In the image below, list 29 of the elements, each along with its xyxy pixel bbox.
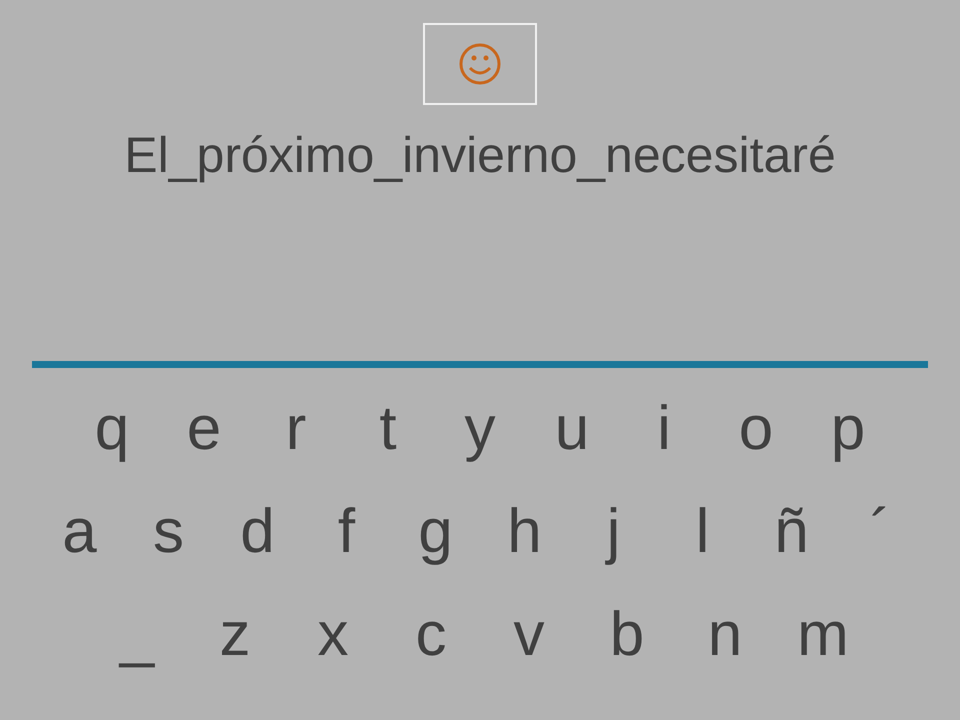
key-button[interactable]: h	[480, 496, 569, 568]
key-button[interactable]: r	[250, 393, 342, 465]
key-button[interactable]: o	[710, 393, 802, 465]
smiley-icon	[458, 42, 502, 86]
key-button[interactable]: e	[158, 393, 250, 465]
key-button[interactable]: a	[35, 496, 124, 568]
key-button[interactable]: m	[774, 599, 872, 671]
key-button[interactable]: z	[186, 599, 284, 671]
key-button[interactable]: s	[124, 496, 213, 568]
sentence-text: El_próximo_invierno_necesitaré	[124, 126, 836, 185]
key-button[interactable]: b	[578, 599, 676, 671]
key-button[interactable]: f	[302, 496, 391, 568]
key-button[interactable]: u	[526, 393, 618, 465]
key-button[interactable]: v	[480, 599, 578, 671]
key-button[interactable]: t	[342, 393, 434, 465]
key-button[interactable]: _	[88, 599, 186, 671]
key-button[interactable]: ´	[836, 496, 925, 568]
key-button[interactable]: i	[618, 393, 710, 465]
key-button[interactable]: p	[802, 393, 894, 465]
key-button[interactable]: q	[66, 393, 158, 465]
key-button[interactable]: y	[434, 393, 526, 465]
key-button[interactable]: n	[676, 599, 774, 671]
key-button[interactable]: l	[658, 496, 747, 568]
key-button[interactable]: d	[213, 496, 302, 568]
key-button[interactable]: c	[382, 599, 480, 671]
key-button[interactable]: j	[569, 496, 658, 568]
key-button[interactable]: ñ	[747, 496, 836, 568]
key-button[interactable]: x	[284, 599, 382, 671]
key-button[interactable]: g	[391, 496, 480, 568]
